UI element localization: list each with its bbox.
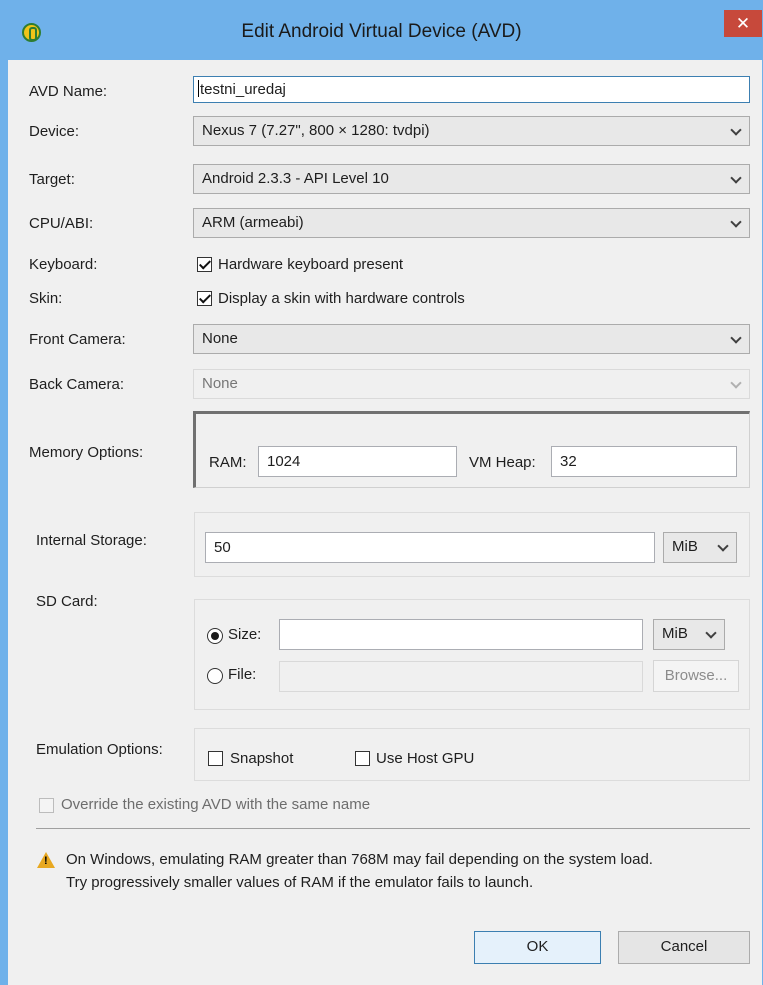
display-skin-checkbox[interactable] (197, 291, 212, 306)
warning-icon: ! (37, 852, 55, 868)
sd-size-input[interactable] (279, 619, 643, 650)
window-title: Edit Android Virtual Device (AVD) (241, 21, 522, 42)
memory-options-label: Memory Options: (29, 444, 144, 461)
override-avd-label: Override the existing AVD with the same … (61, 796, 371, 813)
sd-file-input (279, 661, 643, 692)
emulation-options-group: Snapshot Use Host GPU (194, 728, 750, 781)
internal-storage-group: 50 MiB (194, 512, 750, 577)
cpu-abi-label: CPU/ABI: (29, 215, 94, 232)
back-camera-select: None (193, 369, 750, 399)
vm-heap-input[interactable]: 32 (551, 446, 737, 477)
vm-heap-label: VM Heap: (469, 454, 536, 471)
ram-input[interactable]: 1024 (258, 446, 457, 477)
title-bar[interactable]: Edit Android Virtual Device (AVD) ✕ (0, 0, 763, 60)
use-host-gpu-label[interactable]: Use Host GPU (376, 750, 474, 767)
back-camera-label: Back Camera: (29, 376, 125, 393)
chevron-down-icon (730, 332, 742, 344)
avd-name-value: testni_uredaj (200, 81, 286, 98)
target-label: Target: (29, 171, 75, 188)
ok-button[interactable]: OK (474, 931, 601, 964)
cpu-abi-select[interactable]: ARM (armeabi) (193, 208, 750, 238)
internal-storage-unit-value: MiB (672, 538, 698, 555)
sd-card-label: SD Card: (36, 593, 98, 610)
memory-options-group: RAM: 1024 VM Heap: 32 (193, 411, 750, 488)
sd-card-group: Size: MiB File: Browse... (194, 599, 750, 710)
chevron-down-icon (730, 216, 742, 228)
snapshot-checkbox[interactable] (208, 751, 223, 766)
separator (36, 828, 750, 829)
front-camera-label: Front Camera: (29, 331, 126, 348)
back-camera-value: None (202, 375, 238, 392)
device-label: Device: (29, 123, 80, 140)
skin-label: Skin: (29, 290, 63, 307)
sd-size-unit-select[interactable]: MiB (653, 619, 725, 650)
hardware-keyboard-checkbox[interactable] (197, 257, 212, 272)
ram-label: RAM: (209, 454, 247, 471)
target-select[interactable]: Android 2.3.3 - API Level 10 (193, 164, 750, 194)
sd-file-radio[interactable] (207, 668, 223, 684)
text-caret (198, 80, 199, 97)
internal-storage-input[interactable]: 50 (205, 532, 655, 563)
emulation-options-label: Emulation Options: (36, 741, 163, 758)
sd-size-label[interactable]: Size: (228, 626, 261, 643)
close-button[interactable]: ✕ (724, 10, 762, 37)
target-value: Android 2.3.3 - API Level 10 (202, 170, 389, 187)
front-camera-select[interactable]: None (193, 324, 750, 354)
sd-size-unit-value: MiB (662, 625, 688, 642)
device-select[interactable]: Nexus 7 (7.27", 800 × 1280: tvdpi) (193, 116, 750, 146)
chevron-down-icon (730, 172, 742, 184)
sd-file-label[interactable]: File: (228, 666, 256, 683)
chevron-down-icon (730, 377, 742, 389)
internal-storage-unit-select[interactable]: MiB (663, 532, 737, 563)
internal-storage-label: Internal Storage: (36, 532, 147, 549)
override-avd-checkbox (39, 798, 54, 813)
hardware-keyboard-label[interactable]: Hardware keyboard present (218, 256, 403, 273)
chevron-down-icon (705, 627, 717, 639)
display-skin-label[interactable]: Display a skin with hardware controls (218, 290, 465, 307)
snapshot-label[interactable]: Snapshot (230, 750, 293, 767)
warning-line-1: On Windows, emulating RAM greater than 7… (66, 851, 653, 868)
avd-name-label: AVD Name: (29, 83, 108, 100)
dialog-window: Edit Android Virtual Device (AVD) ✕ AVD … (0, 0, 763, 985)
use-host-gpu-checkbox[interactable] (355, 751, 370, 766)
browse-button: Browse... (653, 660, 739, 692)
front-camera-value: None (202, 330, 238, 347)
cpu-abi-value: ARM (armeabi) (202, 214, 304, 231)
dialog-content: AVD Name: testni_uredaj Device: Nexus 7 … (8, 60, 762, 985)
avd-name-input[interactable]: testni_uredaj (193, 76, 750, 103)
cancel-button[interactable]: Cancel (618, 931, 750, 964)
chevron-down-icon (730, 124, 742, 136)
chevron-down-icon (717, 540, 729, 552)
warning-line-2: Try progressively smaller values of RAM … (66, 874, 534, 891)
device-value: Nexus 7 (7.27", 800 × 1280: tvdpi) (202, 122, 430, 139)
sd-size-radio[interactable] (207, 628, 223, 644)
keyboard-label: Keyboard: (29, 256, 98, 273)
